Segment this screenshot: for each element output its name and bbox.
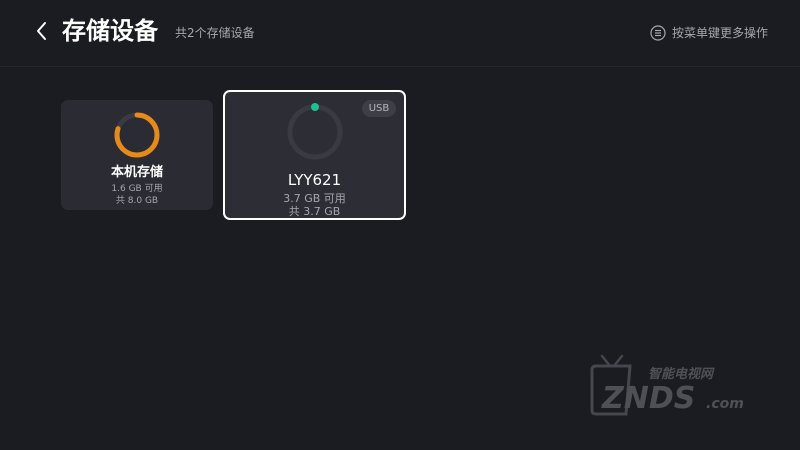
device-total: 共 8.0 GB: [115, 196, 159, 206]
svg-text:ZNDS: ZNDS: [601, 381, 695, 416]
device-available: 3.7 GB 可用: [283, 192, 346, 205]
usage-indicator-dot: [311, 103, 319, 111]
header-bar: 存储设备 共2个存储设备 按菜单键更多操作: [0, 0, 800, 67]
device-card-local-storage[interactable]: 本机存储 1.6 GB 可用 共 8.0 GB: [61, 100, 213, 210]
device-available: 1.6 GB 可用: [111, 184, 163, 194]
page-title: 存储设备: [62, 17, 158, 45]
usb-badge: USB: [362, 100, 396, 117]
storage-devices-screen: 存储设备 共2个存储设备 按菜单键更多操作 本机存储 1.6 GB 可用 共 8…: [0, 0, 800, 450]
device-name: 本机存储: [110, 165, 163, 180]
storage-usage-ring: [287, 103, 343, 160]
menu-hint: 按菜单键更多操作: [650, 24, 768, 42]
znds-watermark-logo: 智能电视网 ZNDS .com: [590, 354, 744, 416]
device-count-subtitle: 共2个存储设备: [175, 26, 255, 40]
device-card-usb[interactable]: USB LYY621 3.7 GB 可用 共 3.7 GB: [223, 90, 406, 220]
menu-hint-text: 按菜单键更多操作: [671, 26, 768, 40]
device-total: 共 3.7 GB: [288, 205, 341, 218]
device-name: LYY621: [287, 171, 342, 189]
menu-circle-icon: [650, 25, 666, 41]
chevron-left-icon[interactable]: [34, 20, 50, 42]
storage-usage-ring: [114, 112, 160, 158]
svg-text:智能电视网: 智能电视网: [648, 366, 715, 382]
svg-text:.com: .com: [706, 396, 744, 412]
